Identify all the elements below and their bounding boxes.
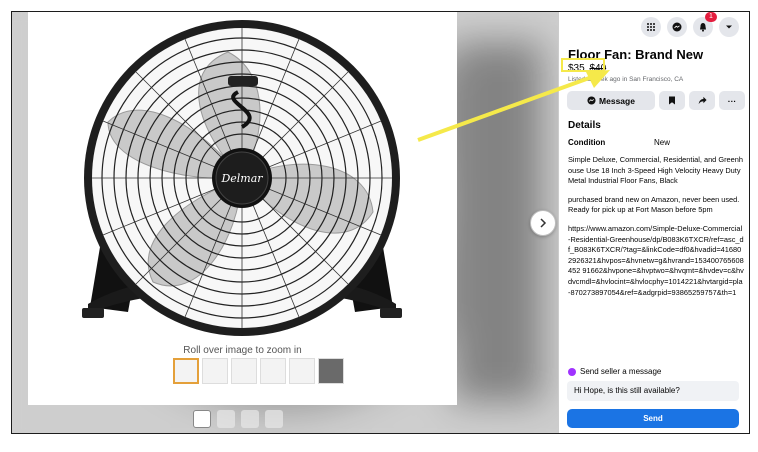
listing-details-panel: 1 Floor Fan: Brand New $35 $40 Listed a … [558,12,749,433]
condition-label: Condition [568,138,606,147]
send-button[interactable]: Send [567,409,739,428]
thumbnail[interactable] [260,358,286,384]
listing-location: Listed a week ago in San Francisco, CA [568,76,684,83]
thumbnail[interactable] [173,358,199,384]
share-icon [698,96,707,105]
thumbnail[interactable] [318,358,344,384]
thumbnail[interactable] [202,358,228,384]
top-icon-bar: 1 [641,12,739,37]
image-dot-thumbnail[interactable] [241,410,259,428]
price-highlight-box [561,58,605,72]
more-options-button[interactable]: ··· [719,91,745,110]
message-input[interactable]: Hi Hope, is this still available? [567,381,739,401]
details-heading: Details [568,120,601,131]
media-viewer: Delmar Roll over image to zoom in [12,12,558,433]
thumbnail[interactable] [231,358,257,384]
bell-icon[interactable]: 1 [693,12,717,37]
send-message-heading: Send seller a message [568,367,661,376]
listing-description: Simple Deluxe, Commercial, Residential, … [568,155,744,306]
image-dot-thumbnail[interactable] [265,410,283,428]
message-button[interactable]: Message [567,91,655,110]
thumbnail-strip [173,358,344,384]
chevron-down-icon[interactable] [719,17,739,37]
bottom-thumbnail-row [193,410,283,428]
description-link[interactable]: https://www.amazon.com/Simple-Deluxe-Com… [568,224,744,298]
chevron-right-icon [540,218,547,228]
message-button-label: Message [599,95,635,106]
send-message-label: Send seller a message [580,367,662,376]
messenger-icon[interactable] [667,17,687,37]
messenger-icon [587,96,596,105]
svg-text:Delmar: Delmar [220,172,263,185]
notification-badge: 1 [705,12,717,22]
image-dot-thumbnail[interactable] [193,410,211,428]
thumbnail[interactable] [289,358,315,384]
share-button[interactable] [689,91,715,110]
more-icon: ··· [727,95,737,106]
zoom-hint: Roll over image to zoom in [183,345,302,356]
product-photo[interactable]: Delmar Roll over image to zoom in [28,12,457,405]
save-button[interactable] [659,91,685,110]
description-paragraph: Simple Deluxe, Commercial, Residential, … [568,155,743,186]
description-paragraph: purchased brand new on Amazon, never bee… [568,194,740,215]
condition-value: New [654,138,671,147]
floor-fan-image: Delmar [82,20,402,336]
marketplace-window: Delmar Roll over image to zoom in 1 Floo… [11,11,750,434]
bookmark-icon [669,96,675,105]
action-buttons: Message ··· [567,91,745,110]
menu-grid-icon[interactable] [641,17,661,37]
messenger-icon [568,367,576,376]
image-dot-thumbnail[interactable] [217,410,235,428]
next-image-button[interactable] [530,210,556,236]
